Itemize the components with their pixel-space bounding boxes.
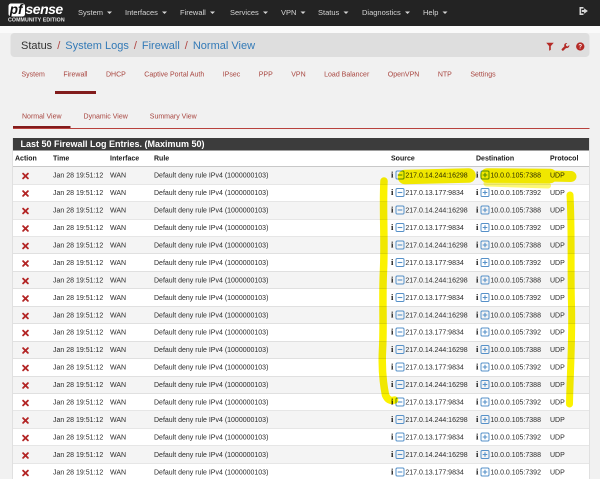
svg-text:?: ? xyxy=(578,45,582,51)
